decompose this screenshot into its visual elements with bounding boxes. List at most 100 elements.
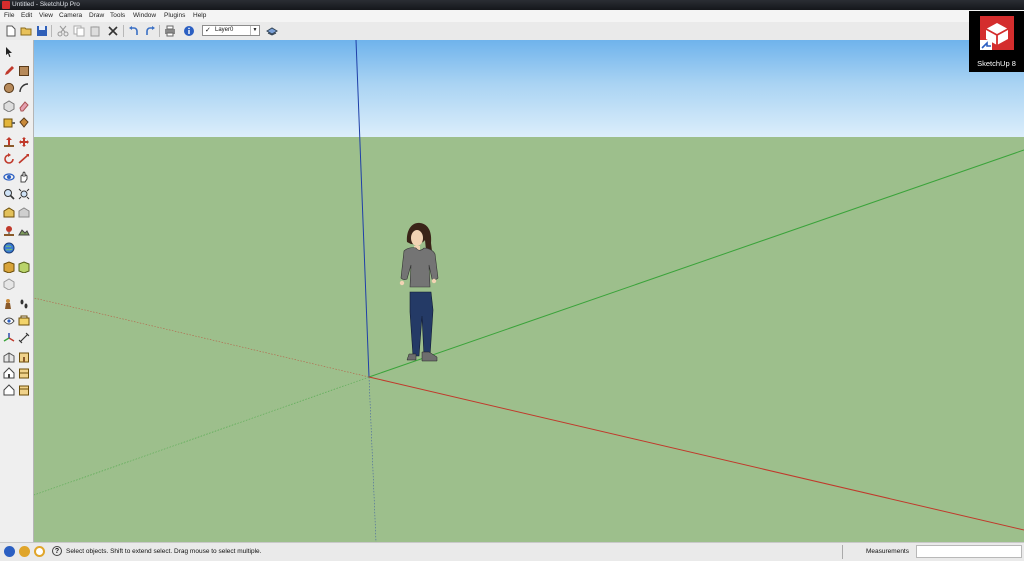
menu-tools[interactable]: Tools <box>110 12 125 20</box>
redo-icon <box>145 25 155 35</box>
cut-button[interactable] <box>56 24 69 37</box>
toggle-terrain-button[interactable] <box>17 224 31 238</box>
scale-figure-person[interactable] <box>396 222 452 376</box>
menu-file[interactable]: File <box>4 12 14 20</box>
select-tool-button[interactable] <box>2 45 16 59</box>
move-tool-button[interactable] <box>17 135 31 149</box>
folder-open-icon <box>20 27 31 35</box>
iso-view-button[interactable] <box>2 350 16 364</box>
layers-icon <box>265 26 278 36</box>
arc-tool-button[interactable] <box>17 81 31 95</box>
rectangle-tool-button[interactable] <box>17 64 31 78</box>
model-axes <box>34 40 1024 542</box>
geo-location-icon[interactable] <box>4 546 15 557</box>
solid-tools-button[interactable] <box>2 277 16 291</box>
line-tool-button[interactable] <box>2 64 16 78</box>
redo-button[interactable] <box>143 24 156 37</box>
get-models-button[interactable] <box>2 206 16 220</box>
look-around-button[interactable] <box>2 314 16 328</box>
measurements-input[interactable] <box>916 545 1022 558</box>
push-pull-icon <box>4 137 14 147</box>
circle-tool-button[interactable] <box>2 81 16 95</box>
help-icon[interactable]: ? <box>52 546 62 556</box>
menu-window[interactable]: Window <box>133 12 156 20</box>
back-view-icon <box>19 385 29 396</box>
measurements-label: Measurements <box>866 548 909 555</box>
layer-manager-button[interactable] <box>265 24 278 37</box>
save-button[interactable] <box>35 24 48 37</box>
blue-axis-dotted <box>368 376 377 542</box>
position-camera-button[interactable] <box>2 297 16 311</box>
menu-draw[interactable]: Draw <box>89 12 104 20</box>
follow-me-icon <box>18 154 29 164</box>
hand-icon <box>20 171 28 183</box>
dynamic-components-button[interactable] <box>17 260 31 274</box>
drawing-viewport[interactable] <box>34 40 1024 542</box>
walk-tool-button[interactable] <box>17 297 31 311</box>
zoom-tool-button[interactable] <box>2 187 16 201</box>
axes-tool-button[interactable] <box>2 331 16 345</box>
model-info-button[interactable] <box>182 24 195 37</box>
credits-icon[interactable] <box>19 546 30 557</box>
add-location-button[interactable] <box>2 224 16 238</box>
menu-edit[interactable]: Edit <box>21 12 32 20</box>
user-icon[interactable] <box>34 546 45 557</box>
orbit-tool-button[interactable] <box>2 170 16 184</box>
menu-plugins[interactable]: Plugins <box>164 12 185 20</box>
front-view-icon <box>19 352 29 363</box>
green-axis-dotted <box>34 376 370 496</box>
front-view-button[interactable] <box>17 350 31 364</box>
eraser-tool-button[interactable] <box>17 99 31 113</box>
close-x-icon <box>107 25 118 36</box>
main-toolbar: ✓ Layer0 ▼ <box>0 22 1024 41</box>
orbit-icon <box>3 173 15 181</box>
make-component-button[interactable] <box>2 99 16 113</box>
follow-me-button[interactable] <box>17 152 31 166</box>
layer-visible-checkmark: ✓ <box>205 27 211 34</box>
red-axis-solid <box>368 376 1024 531</box>
printer-icon <box>164 25 175 36</box>
section-plane-button[interactable] <box>17 314 31 328</box>
back-view-button[interactable] <box>17 383 31 397</box>
tape-measure-button[interactable] <box>2 116 16 130</box>
status-hint-text: Select objects. Shift to extend select. … <box>66 548 262 555</box>
left-view-button[interactable] <box>2 383 16 397</box>
print-button[interactable] <box>163 24 176 37</box>
open-button[interactable] <box>19 24 32 37</box>
share-model-button[interactable] <box>17 206 31 220</box>
rectangle-icon <box>19 66 29 76</box>
undo-button[interactable] <box>127 24 140 37</box>
dimension-icon <box>18 332 30 344</box>
layer-select[interactable]: ✓ Layer0 ▼ <box>202 25 260 36</box>
push-pull-button[interactable] <box>2 135 16 149</box>
section-plane-icon <box>18 315 30 326</box>
menu-help[interactable]: Help <box>193 12 206 20</box>
undo-icon <box>128 25 138 35</box>
paint-bucket-button[interactable] <box>17 116 31 130</box>
toolbar-separator <box>159 25 160 37</box>
google-earth-button[interactable] <box>2 241 16 255</box>
pan-tool-button[interactable] <box>17 170 31 184</box>
sketchup-badge[interactable]: SketchUp 8 <box>969 11 1024 72</box>
copy-button[interactable] <box>72 24 85 37</box>
paste-button[interactable] <box>88 24 101 37</box>
paint-bucket-icon <box>19 117 29 128</box>
menu-view[interactable]: View <box>39 12 53 20</box>
photo-textures-button[interactable] <box>2 260 16 274</box>
footsteps-icon <box>20 299 28 309</box>
erase-button[interactable] <box>106 24 119 37</box>
zoom-extents-button[interactable] <box>17 187 31 201</box>
status-divider <box>842 545 843 559</box>
sketchup-badge-label: SketchUp 8 <box>977 59 1016 68</box>
title-bar: Untitled - SketchUp Pro <box>0 0 1024 10</box>
paste-icon <box>90 25 99 36</box>
menu-camera[interactable]: Camera <box>59 12 82 20</box>
right-view-button[interactable] <box>17 366 31 380</box>
rotate-tool-button[interactable] <box>2 152 16 166</box>
photo-textures-icon <box>3 261 15 273</box>
new-file-button[interactable] <box>4 24 17 37</box>
top-view-button[interactable] <box>2 366 16 380</box>
solid-tools-icon <box>3 278 15 290</box>
dimensions-tool-button[interactable] <box>17 331 31 345</box>
move-arrows-icon <box>19 137 29 147</box>
